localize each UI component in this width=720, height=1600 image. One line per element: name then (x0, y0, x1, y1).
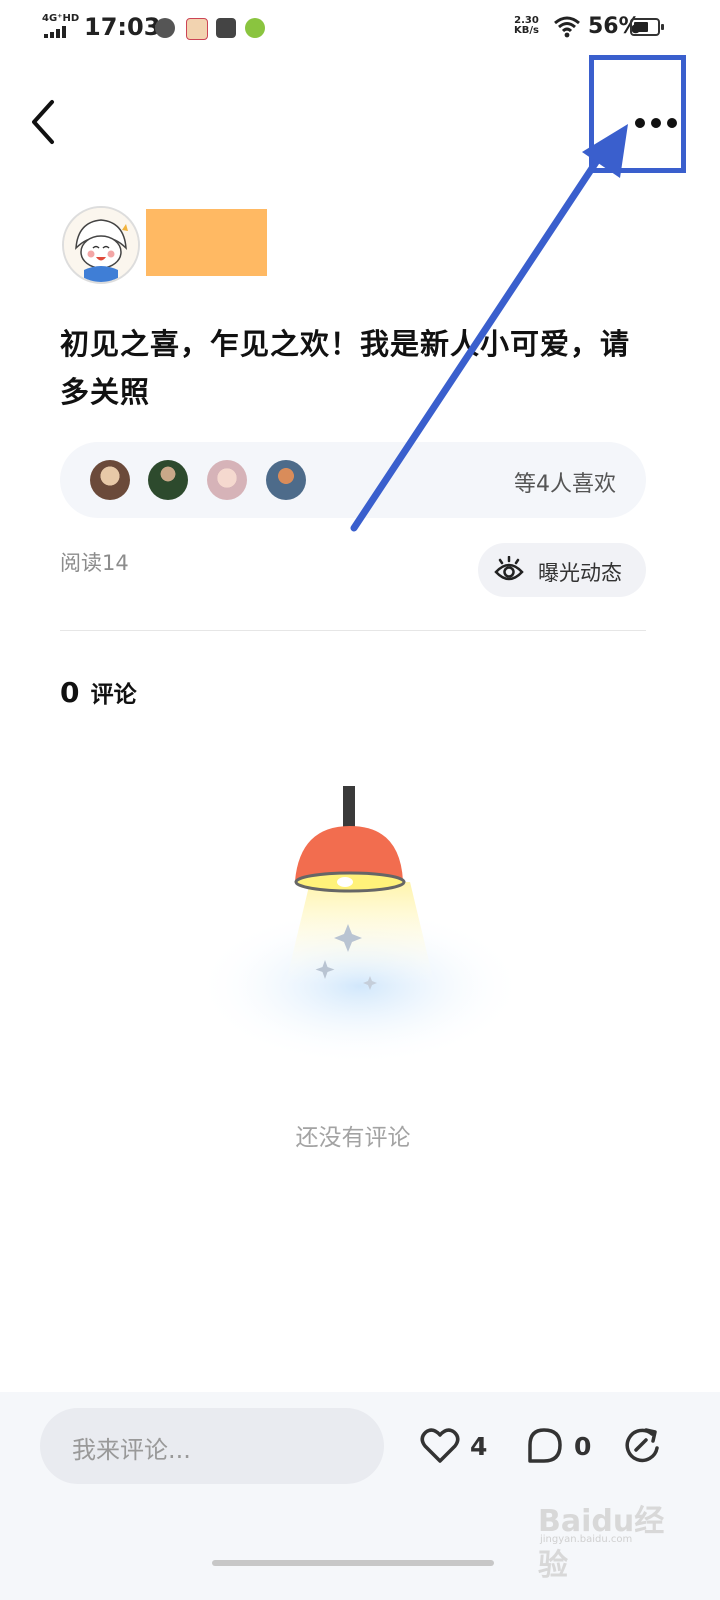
liker-avatar[interactable] (207, 460, 247, 500)
divider (60, 630, 646, 631)
heart-icon (420, 1428, 460, 1463)
comments-count: 0 (60, 676, 80, 709)
likes-count-text[interactable]: 等4人喜欢 (514, 466, 616, 498)
liker-avatar[interactable] (148, 460, 188, 500)
like-count: 4 (470, 1432, 488, 1461)
username-redacted (146, 209, 267, 276)
liker-avatar[interactable] (90, 460, 130, 500)
comment-count: 0 (574, 1432, 592, 1461)
empty-comments-text: 还没有评论 (295, 1125, 411, 1151)
comments-label: 评论 (90, 682, 137, 708)
read-count: 阅读14 (60, 551, 129, 575)
home-indicator[interactable] (212, 1560, 494, 1566)
liker-avatar[interactable] (266, 460, 306, 500)
annotation-highlight-box (589, 55, 686, 173)
network-speed-unit: KB/s (514, 25, 539, 36)
back-button[interactable] (26, 98, 66, 146)
food-app-icon (186, 18, 208, 40)
cartoon-avatar-icon (64, 208, 138, 282)
empty-lamp-illustration (195, 786, 525, 1066)
comments-header: 0 评论 (60, 675, 137, 709)
signal-icon (44, 26, 66, 38)
network-speed: 2.30 KB/s (514, 16, 539, 36)
share-refresh-icon (625, 1428, 659, 1463)
battery-icon (630, 18, 664, 36)
comment-button[interactable]: 0 (524, 1426, 604, 1470)
green-app-icon (245, 18, 265, 38)
expose-post-button[interactable]: 曝光动态 (478, 543, 646, 597)
eye-icon (494, 556, 524, 581)
speech-bubble-icon (528, 1428, 562, 1463)
network-indicator: 4G⁺HD (42, 13, 80, 24)
status-time: 17:03 (84, 13, 161, 41)
square-app-icon (216, 18, 236, 38)
author-avatar[interactable] (62, 206, 140, 284)
wifi-icon (554, 16, 580, 38)
baidu-watermark: Baidu经验 jingyan.baidu.com (538, 1490, 678, 1583)
game-app-icon (155, 18, 175, 38)
comment-input-placeholder: 我来评论... (72, 1436, 191, 1464)
share-button[interactable] (622, 1426, 664, 1470)
expose-post-label: 曝光动态 (538, 561, 622, 585)
status-bar: 4G⁺HD 17:03 2.30 KB/s 56% (0, 0, 720, 56)
likes-panel[interactable]: 等4人喜欢 (60, 442, 646, 518)
post-content: 初见之喜，乍见之欢！我是新人小可爱，请多关照 (60, 327, 631, 409)
watermark-url: jingyan.baidu.com (540, 1534, 633, 1545)
comment-input[interactable]: 我来评论... (40, 1408, 384, 1484)
like-button[interactable]: 4 (420, 1426, 500, 1470)
